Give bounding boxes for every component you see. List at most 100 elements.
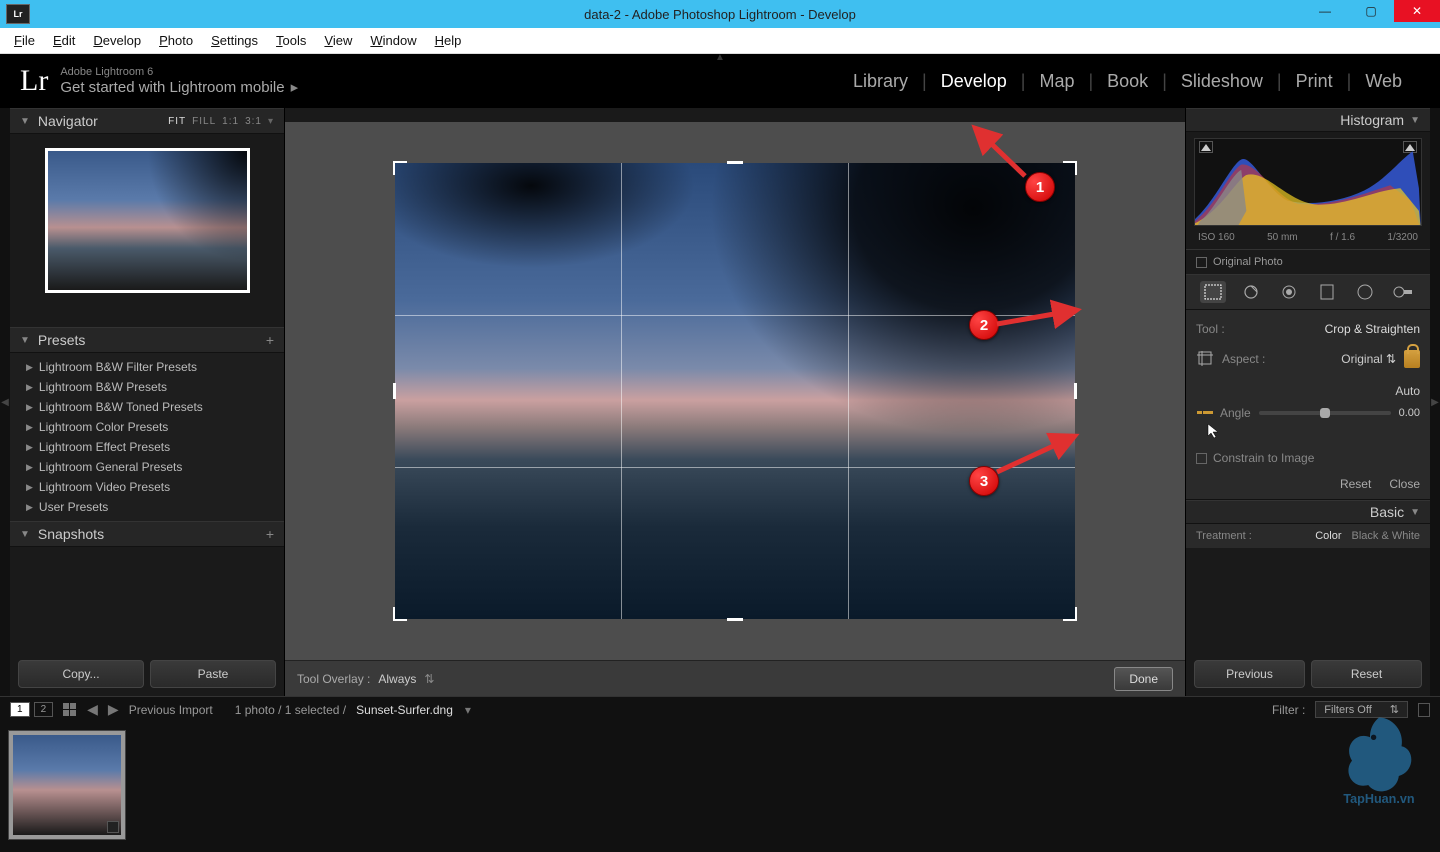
constrain-checkbox[interactable] bbox=[1196, 453, 1207, 464]
crop-handle-edge[interactable] bbox=[1074, 383, 1077, 399]
crop-handle-corner[interactable] bbox=[393, 161, 407, 175]
tool-overlay-selector[interactable]: Tool Overlay : Always ⇅ bbox=[297, 672, 434, 686]
reset-button[interactable]: Reset bbox=[1311, 660, 1422, 688]
right-collapse-handle[interactable]: ▶ bbox=[1430, 108, 1440, 696]
adjustment-brush-icon[interactable] bbox=[1390, 281, 1416, 303]
module-web[interactable]: Web bbox=[1351, 71, 1416, 92]
dropdown-icon[interactable]: ▾ bbox=[465, 703, 471, 717]
module-book[interactable]: Book bbox=[1093, 71, 1162, 92]
original-photo-label: Original Photo bbox=[1213, 256, 1283, 268]
preset-folder[interactable]: ▶Lightroom Effect Presets bbox=[10, 437, 284, 457]
zoom-3to1[interactable]: 3:1 bbox=[245, 116, 262, 127]
crop-handle-edge[interactable] bbox=[727, 161, 743, 164]
lr-logo: Lr bbox=[20, 64, 48, 98]
crop-handle-corner[interactable] bbox=[393, 607, 407, 621]
svg-text:TapHuan.vn: TapHuan.vn bbox=[1343, 792, 1414, 806]
main-photo[interactable] bbox=[395, 163, 1075, 619]
secondary-window-button[interactable]: 2 bbox=[34, 702, 54, 717]
done-button[interactable]: Done bbox=[1114, 667, 1173, 691]
crop-handle-edge[interactable] bbox=[727, 618, 743, 621]
snapshots-header[interactable]: ▼ Snapshots + bbox=[10, 521, 284, 547]
menu-edit[interactable]: Edit bbox=[45, 30, 83, 51]
crop-handle-corner[interactable] bbox=[1063, 607, 1077, 621]
navigator-thumbnail[interactable] bbox=[45, 148, 250, 293]
histogram-display[interactable] bbox=[1194, 138, 1422, 226]
aspect-lock-icon[interactable] bbox=[1404, 350, 1420, 368]
previous-button[interactable]: Previous bbox=[1194, 660, 1305, 688]
original-photo-checkbox[interactable] bbox=[1196, 257, 1207, 268]
paste-button[interactable]: Paste bbox=[150, 660, 276, 688]
module-slideshow[interactable]: Slideshow bbox=[1167, 71, 1277, 92]
preset-folder[interactable]: ▶Lightroom Color Presets bbox=[10, 417, 284, 437]
menu-view[interactable]: View bbox=[316, 30, 360, 51]
source-label[interactable]: Previous Import bbox=[129, 703, 213, 717]
crop-handle-edge[interactable] bbox=[393, 383, 396, 399]
primary-window-button[interactable]: 1 bbox=[10, 702, 30, 717]
filmstrip[interactable]: TapHuan.vn bbox=[0, 722, 1440, 852]
thumbnail-image bbox=[13, 735, 121, 835]
identity-line2[interactable]: Get started with Lightroom mobile ▸ bbox=[60, 78, 298, 96]
aspect-value-dropdown[interactable]: Original ⇅ bbox=[1341, 352, 1396, 366]
angle-slider[interactable] bbox=[1259, 411, 1391, 415]
maximize-button[interactable]: ▢ bbox=[1348, 0, 1394, 22]
crop-handle-corner[interactable] bbox=[1063, 161, 1077, 175]
menu-tools[interactable]: Tools bbox=[268, 30, 314, 51]
menu-develop[interactable]: Develop bbox=[85, 30, 149, 51]
preset-folder[interactable]: ▶User Presets bbox=[10, 497, 284, 517]
minimize-button[interactable]: — bbox=[1302, 0, 1348, 22]
zoom-fill[interactable]: FILL bbox=[192, 116, 216, 127]
module-develop[interactable]: Develop bbox=[927, 71, 1021, 92]
triangle-right-icon: ▶ bbox=[26, 502, 33, 513]
canvas-area[interactable]: 1 2 3 bbox=[285, 122, 1185, 660]
tool-strip bbox=[1186, 274, 1430, 310]
spot-removal-icon[interactable] bbox=[1238, 281, 1264, 303]
original-photo-row[interactable]: Original Photo bbox=[1186, 249, 1430, 274]
graduated-filter-icon[interactable] bbox=[1314, 281, 1340, 303]
left-button-row: Copy... Paste bbox=[10, 652, 284, 696]
zoom-fit[interactable]: FIT bbox=[168, 116, 186, 127]
crop-close-button[interactable]: Close bbox=[1389, 477, 1420, 491]
treatment-color[interactable]: Color bbox=[1315, 530, 1341, 542]
preset-folder[interactable]: ▶Lightroom B&W Filter Presets bbox=[10, 357, 284, 377]
module-library[interactable]: Library bbox=[839, 71, 922, 92]
slider-thumb[interactable] bbox=[1320, 408, 1330, 418]
treatment-bw[interactable]: Black & White bbox=[1352, 530, 1420, 542]
next-photo-icon[interactable]: ▶ bbox=[108, 701, 119, 718]
copy-button[interactable]: Copy... bbox=[18, 660, 144, 688]
straighten-icon[interactable] bbox=[1196, 406, 1214, 420]
auto-straighten-button[interactable]: Auto bbox=[1395, 384, 1420, 398]
crop-tool-icon[interactable] bbox=[1200, 281, 1226, 303]
module-print[interactable]: Print bbox=[1282, 71, 1347, 92]
crop-overlay[interactable] bbox=[395, 163, 1075, 619]
tool-name: Crop & Straighten bbox=[1325, 322, 1420, 336]
preset-folder[interactable]: ▶Lightroom General Presets bbox=[10, 457, 284, 477]
menu-window[interactable]: Window bbox=[362, 30, 424, 51]
preset-folder[interactable]: ▶Lightroom Video Presets bbox=[10, 477, 284, 497]
module-map[interactable]: Map bbox=[1025, 71, 1088, 92]
menu-photo[interactable]: Photo bbox=[151, 30, 201, 51]
angle-value[interactable]: 0.00 bbox=[1399, 407, 1420, 419]
left-collapse-handle[interactable]: ◀ bbox=[0, 108, 10, 696]
collapse-top-icon[interactable]: ▲ bbox=[715, 52, 725, 63]
radial-filter-icon[interactable] bbox=[1352, 281, 1378, 303]
zoom-1to1[interactable]: 1:1 bbox=[222, 116, 239, 127]
zoom-popup-icon[interactable]: ▾ bbox=[268, 116, 274, 127]
preset-folder[interactable]: ▶Lightroom B&W Presets bbox=[10, 377, 284, 397]
basic-header[interactable]: Basic ▼ bbox=[1186, 500, 1430, 524]
menu-settings[interactable]: Settings bbox=[203, 30, 266, 51]
add-preset-icon[interactable]: + bbox=[266, 332, 274, 348]
menu-help[interactable]: Help bbox=[427, 30, 470, 51]
crop-reset-button[interactable]: Reset bbox=[1340, 477, 1371, 491]
annotation-1: 1 bbox=[1025, 172, 1055, 202]
histogram-header[interactable]: Histogram ▼ bbox=[1186, 108, 1430, 132]
filmstrip-thumbnail[interactable] bbox=[8, 730, 126, 840]
presets-header[interactable]: ▼ Presets + bbox=[10, 327, 284, 353]
add-snapshot-icon[interactable]: + bbox=[266, 526, 274, 542]
close-button[interactable]: ✕ bbox=[1394, 0, 1440, 22]
menu-file[interactable]: File bbox=[6, 30, 43, 51]
prev-photo-icon[interactable]: ◀ bbox=[87, 701, 98, 718]
redeye-icon[interactable] bbox=[1276, 281, 1302, 303]
preset-folder[interactable]: ▶Lightroom B&W Toned Presets bbox=[10, 397, 284, 417]
grid-view-icon[interactable] bbox=[63, 703, 77, 717]
navigator-header[interactable]: ▼ Navigator FIT FILL 1:1 3:1 ▾ bbox=[10, 108, 284, 134]
